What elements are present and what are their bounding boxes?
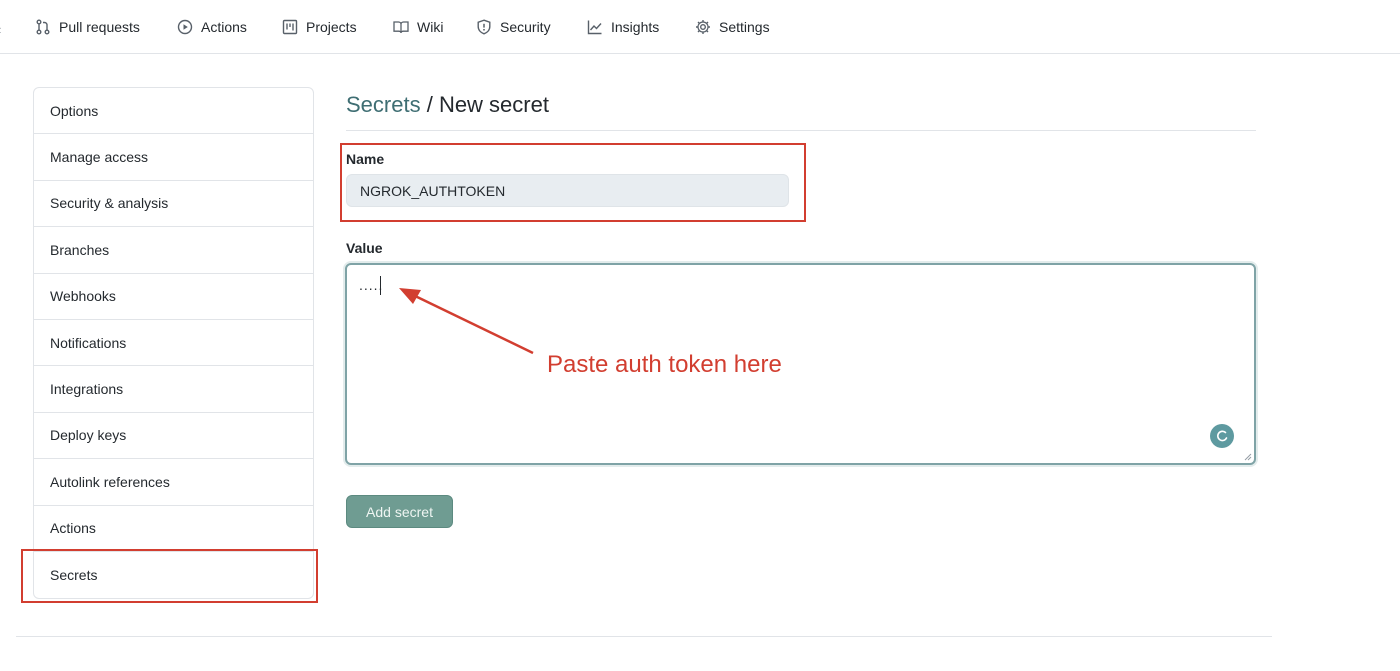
sidebar-item-branches[interactable]: Branches xyxy=(34,227,313,274)
nav-label: Security xyxy=(500,19,551,35)
nav-security[interactable]: Security xyxy=(476,0,551,54)
resize-handle-icon[interactable] xyxy=(1244,453,1252,461)
nav-label: Pull requests xyxy=(59,19,140,35)
text-caret xyxy=(380,276,381,295)
nav-label: Settings xyxy=(719,19,770,35)
nav-overflow-edge: ‹ xyxy=(0,22,3,37)
sidebar-item-manage-access[interactable]: Manage access xyxy=(34,134,313,181)
breadcrumb-secrets-link[interactable]: Secrets xyxy=(346,92,421,117)
nav-projects[interactable]: Projects xyxy=(282,0,357,54)
nav-label: Insights xyxy=(611,19,660,35)
main-content: Secrets / New secret xyxy=(346,86,1256,131)
nav-label: Projects xyxy=(306,19,357,35)
nav-insights[interactable]: Insights xyxy=(587,0,659,54)
sidebar-item-webhooks[interactable]: Webhooks xyxy=(34,274,313,320)
project-board-icon xyxy=(282,19,298,35)
nav-label: Actions xyxy=(201,19,247,35)
annotation-text: Paste auth token here xyxy=(547,351,782,378)
nav-wiki[interactable]: Wiki xyxy=(393,0,443,54)
repo-nav: ‹ Pull requests Actions Projects Wiki Se… xyxy=(0,0,1400,54)
footer-divider xyxy=(16,636,1272,637)
shield-icon xyxy=(477,19,491,35)
sidebar-item-actions[interactable]: Actions xyxy=(34,506,313,552)
graph-icon xyxy=(587,20,602,35)
nav-label: Wiki xyxy=(417,19,444,35)
breadcrumb-current: New secret xyxy=(438,92,549,117)
secrets-highlight-box xyxy=(21,549,318,603)
sidebar-item-options[interactable]: Options xyxy=(34,88,313,135)
sidebar-item-security-analysis[interactable]: Security & analysis xyxy=(34,181,313,228)
value-label: Value xyxy=(346,240,383,256)
gear-icon xyxy=(696,20,710,34)
annotation-arrow-icon xyxy=(399,288,534,355)
page-title: Secrets / New secret xyxy=(346,86,1256,131)
grammar-assistant-icon[interactable] xyxy=(1210,424,1234,448)
add-secret-button[interactable]: Add secret xyxy=(346,495,453,528)
nav-pull-requests[interactable]: Pull requests xyxy=(35,0,140,54)
sidebar-item-integrations[interactable]: Integrations xyxy=(34,366,313,413)
book-icon xyxy=(393,21,409,34)
pull-request-icon xyxy=(36,19,50,35)
nav-actions[interactable]: Actions xyxy=(177,0,247,54)
nav-settings[interactable]: Settings xyxy=(695,0,770,54)
sidebar-item-notifications[interactable]: Notifications xyxy=(34,320,313,367)
play-icon xyxy=(177,19,193,35)
breadcrumb-separator: / xyxy=(420,92,439,117)
name-highlight-box xyxy=(340,143,806,222)
sidebar-item-autolink-references[interactable]: Autolink references xyxy=(34,459,313,506)
sidebar-item-deploy-keys[interactable]: Deploy keys xyxy=(34,413,313,460)
settings-sidebar: Options Manage access Security & analysi… xyxy=(33,87,314,600)
